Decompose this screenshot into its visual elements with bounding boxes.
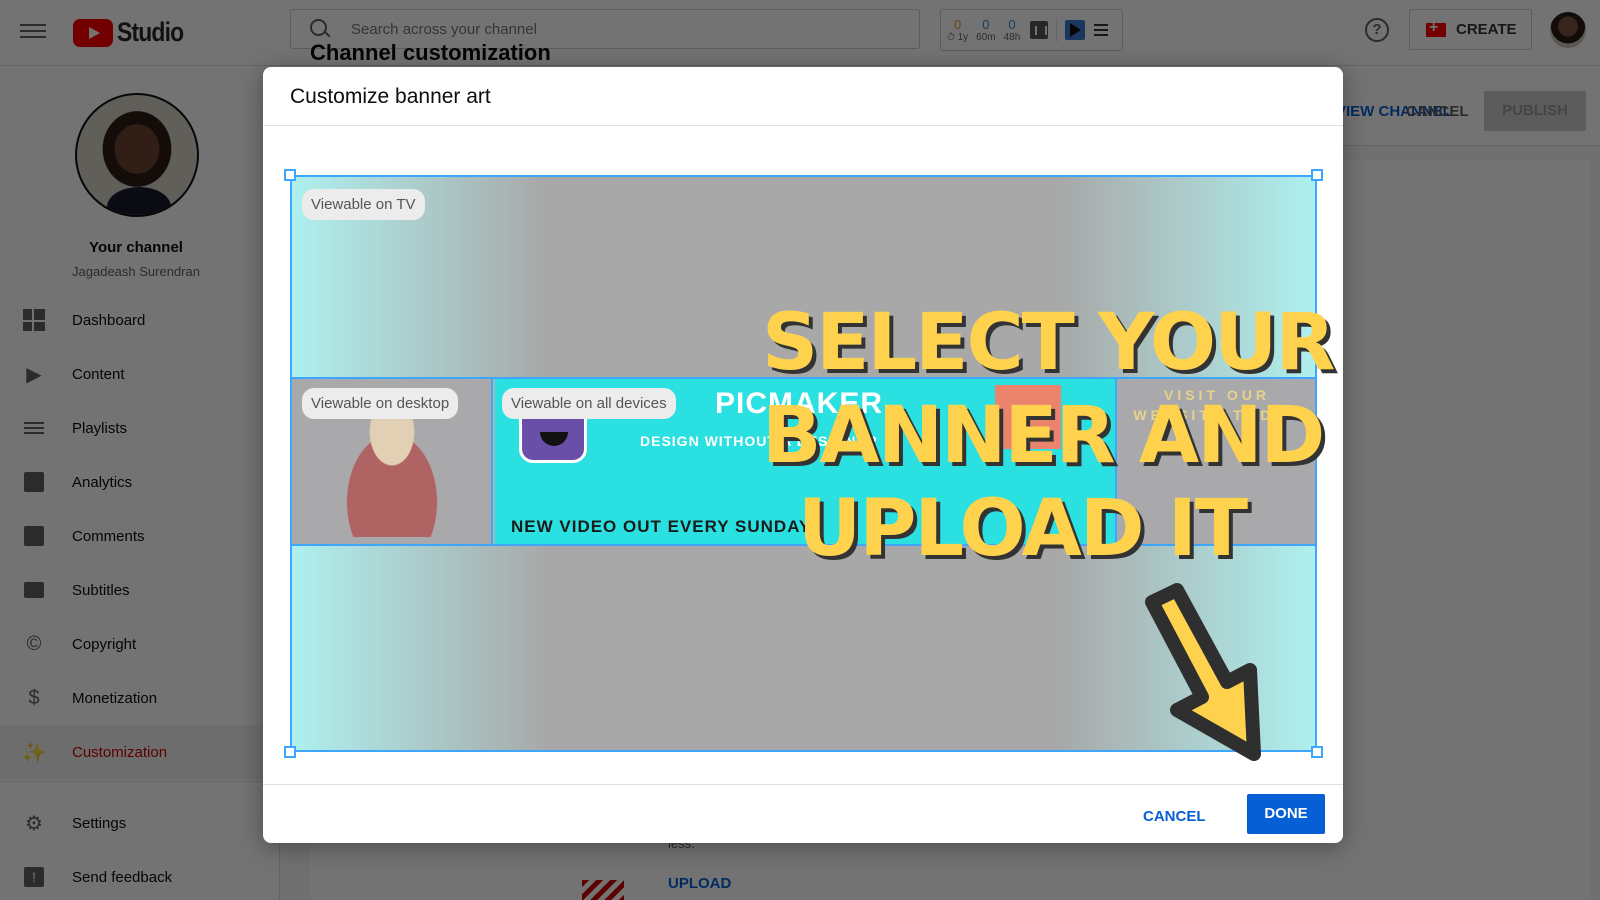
crop-handle-top-right[interactable] <box>1311 169 1323 181</box>
youtube-studio-app: Studio 0⏱ 1y 060m 048h ? CREATE Your cha… <box>0 0 1600 900</box>
dialog-title: Customize banner art <box>290 85 491 108</box>
dialog-cancel-button[interactable]: CANCEL <box>1131 797 1218 837</box>
arrow-down-right-icon <box>1145 583 1261 761</box>
zone-label-tv: Viewable on TV <box>302 189 425 220</box>
zone-label-all-devices: Viewable on all devices <box>502 388 676 419</box>
crop-handle-bottom-left[interactable] <box>284 746 296 758</box>
customize-banner-dialog: Customize banner art PICMAKER DESIGN WIT… <box>263 67 1343 843</box>
dialog-divider <box>263 784 1343 785</box>
headline-line: SELECT YOUR <box>762 298 1335 388</box>
headline-line: BANNER AND <box>762 391 1325 481</box>
crop-handle-top-left[interactable] <box>284 169 296 181</box>
dialog-done-button[interactable]: DONE <box>1247 794 1325 834</box>
headline-line: UPLOAD IT <box>797 484 1248 574</box>
dialog-divider <box>263 125 1343 126</box>
crop-handle-bottom-right[interactable] <box>1311 746 1323 758</box>
zone-label-desktop: Viewable on desktop <box>302 388 459 419</box>
overlay-headline: SELECT YOUR BANNER AND UPLOAD IT <box>762 297 1335 576</box>
banner-crop-area[interactable]: PICMAKER DESIGN WITHOUT A DESIGNER NEW V… <box>284 169 1335 761</box>
